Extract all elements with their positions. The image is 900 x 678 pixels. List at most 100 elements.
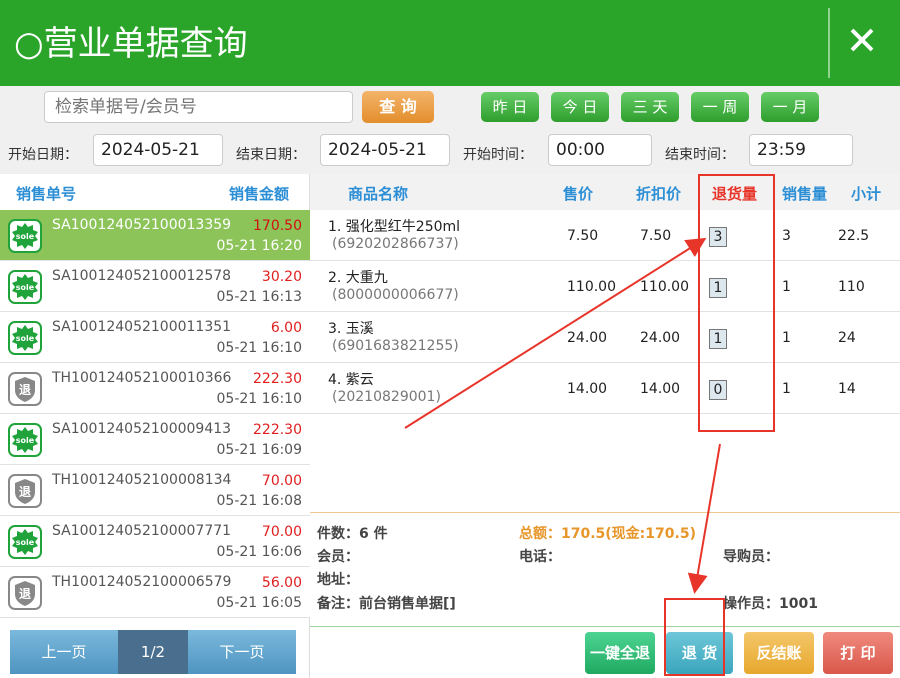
start-date-label: 开始日期： (8, 147, 78, 163)
product-discount-price: 110.00 (640, 279, 689, 295)
order-list-item[interactable]: 退 TH100124052100010366 222.30 05-21 16:10 (0, 363, 310, 414)
order-amount: 30.20 (261, 269, 302, 285)
end-time-field[interactable]: 23:59 (749, 134, 853, 166)
return-qty-highlight-box (698, 174, 775, 432)
print-button[interactable]: 打 印 (823, 632, 893, 674)
phone-label: 电话： (519, 549, 561, 565)
col-product-name: 商品名称 (348, 185, 409, 203)
order-list-item[interactable]: 退 TH100124052100006579 56.00 05-21 16:05 (0, 567, 310, 618)
product-barcode: (20210829001) (332, 389, 441, 405)
product-sale-qty: 1 (782, 279, 791, 295)
close-button[interactable] (838, 18, 886, 64)
svg-text:退: 退 (19, 383, 31, 397)
total-amount: 总额：170.5(现金:170.5) (519, 526, 696, 542)
col-discount-price: 折扣价 (636, 185, 682, 203)
product-sale-qty: 1 (782, 381, 791, 397)
col-price: 售价 (563, 185, 594, 203)
svg-text:sole: sole (16, 436, 35, 445)
svg-text:sole: sole (16, 283, 35, 292)
unsettle-button[interactable]: 反结账 (744, 632, 814, 674)
header-sale-amount: 销售金额 (229, 185, 290, 203)
order-number: SA100124052100009413 (52, 421, 232, 437)
end-date-field[interactable]: 2024-05-21 (320, 134, 450, 166)
detail-table-row[interactable]: 2. 大重九 (8000000006677) 110.00 110.00 1 1 110 (310, 261, 900, 312)
prev-page-button[interactable]: 上一页 (10, 630, 118, 674)
order-amount: 6.00 (270, 320, 302, 336)
product-sale-qty: 3 (782, 228, 791, 244)
svg-text:sole: sole (16, 538, 35, 547)
return-shield-icon: 退 (8, 372, 42, 406)
return-shield-icon: 退 (8, 576, 42, 610)
order-list-item[interactable]: sole SA100124052100011351 6.00 05-21 16:10 (0, 312, 310, 363)
return-shield-icon: 退 (8, 474, 42, 508)
product-subtotal: 110 (838, 279, 865, 295)
product-subtotal: 24 (838, 330, 856, 346)
note-label: 备注：前台销售单据[] (317, 596, 456, 612)
range-month-button[interactable]: 一 月 (761, 92, 819, 122)
order-number: SA100124052100011351 (52, 319, 232, 335)
range-three-days-button[interactable]: 三 天 (621, 92, 679, 122)
order-list-header: 销售单号 销售金额 (0, 174, 310, 210)
start-date-field[interactable]: 2024-05-21 (93, 134, 223, 166)
product-subtotal: 22.5 (838, 228, 870, 244)
product-discount-price: 14.00 (640, 381, 681, 397)
product-discount-price: 7.50 (640, 228, 672, 244)
return-button-highlight-box (664, 598, 725, 676)
order-number: TH100124052100010366 (52, 370, 232, 386)
start-time-field[interactable]: 00:00 (548, 134, 652, 166)
svg-text:退: 退 (19, 485, 31, 499)
close-icon (850, 28, 874, 52)
detail-table-row[interactable]: 4. 紫云 (20210829001) 14.00 14.00 0 1 14 (310, 363, 900, 414)
order-list-item[interactable]: sole SA100124052100009413 222.30 05-21 16:0… (0, 414, 310, 465)
order-time: 05-21 16:08 (216, 493, 302, 509)
order-amount: 70.00 (261, 473, 302, 489)
order-summary: 件数：6 件 总额：170.5(现金:170.5) 会员： 电话： 导购员： 地… (310, 512, 900, 626)
order-number: SA100124052100012578 (52, 268, 232, 284)
order-list-item[interactable]: sole SA100124052100012578 30.20 05-21 16:13 (0, 261, 310, 312)
order-list-panel: 销售单号 销售金额 sole SA100124052100013359 170.50… (0, 174, 310, 678)
return-all-button[interactable]: 一键全退 (585, 632, 655, 674)
product-discount-price: 24.00 (640, 330, 681, 346)
detail-table-row[interactable]: 1. 强化型红牛250ml (6920202866737) 7.50 7.50 3 3 22… (310, 210, 900, 261)
order-list-item[interactable]: 退 TH100124052100008134 70.00 05-21 16:08 (0, 465, 310, 516)
col-subtotal: 小计 (851, 185, 882, 203)
product-barcode: (8000000006677) (332, 287, 459, 303)
title-bar: ○营业单据查询 (0, 0, 900, 86)
order-amount: 56.00 (261, 575, 302, 591)
order-list-item[interactable]: sole SA100124052100007771 70.00 05-21 16:06 (0, 516, 310, 567)
header-order-number: 销售单号 (16, 185, 77, 203)
order-time: 05-21 16:10 (216, 391, 302, 407)
search-input[interactable] (44, 91, 353, 123)
order-time: 05-21 16:09 (216, 442, 302, 458)
product-price: 110.00 (567, 279, 616, 295)
product-name: 2. 大重九 (328, 270, 388, 286)
order-amount: 222.30 (253, 371, 302, 387)
next-page-button[interactable]: 下一页 (188, 630, 296, 674)
sale-badge-icon: sole (8, 423, 42, 457)
end-time-label: 结束时间： (665, 147, 735, 163)
action-divider (310, 626, 900, 627)
order-time: 05-21 16:20 (216, 238, 302, 254)
detail-table-row[interactable]: 3. 玉溪 (6901683821255) 24.00 24.00 1 1 24 (310, 312, 900, 363)
range-week-button[interactable]: 一 周 (691, 92, 749, 122)
pagination: 上一页 1/2 下一页 (10, 630, 296, 674)
start-time-label: 开始时间： (463, 147, 533, 163)
product-price: 24.00 (567, 330, 608, 346)
order-list-item[interactable]: sole SA100124052100013359 170.50 05-21 16:2… (0, 210, 310, 261)
query-button[interactable]: 查 询 (362, 91, 434, 123)
product-sale-qty: 1 (782, 330, 791, 346)
product-name: 4. 紫云 (328, 372, 374, 388)
sale-badge-icon: sole (8, 219, 42, 253)
product-price: 14.00 (567, 381, 608, 397)
range-today-button[interactable]: 今 日 (551, 92, 609, 122)
sale-badge-icon: sole (8, 525, 42, 559)
sale-badge-icon: sole (8, 321, 42, 355)
sale-badge-icon: sole (8, 270, 42, 304)
col-sale-qty: 销售量 (782, 185, 828, 203)
order-time: 05-21 16:13 (216, 289, 302, 305)
order-number: TH100124052100008134 (52, 472, 232, 488)
order-amount: 70.00 (261, 524, 302, 540)
item-count: 件数：6 件 (317, 526, 388, 542)
product-barcode: (6920202866737) (332, 236, 459, 252)
range-yesterday-button[interactable]: 昨 日 (481, 92, 539, 122)
